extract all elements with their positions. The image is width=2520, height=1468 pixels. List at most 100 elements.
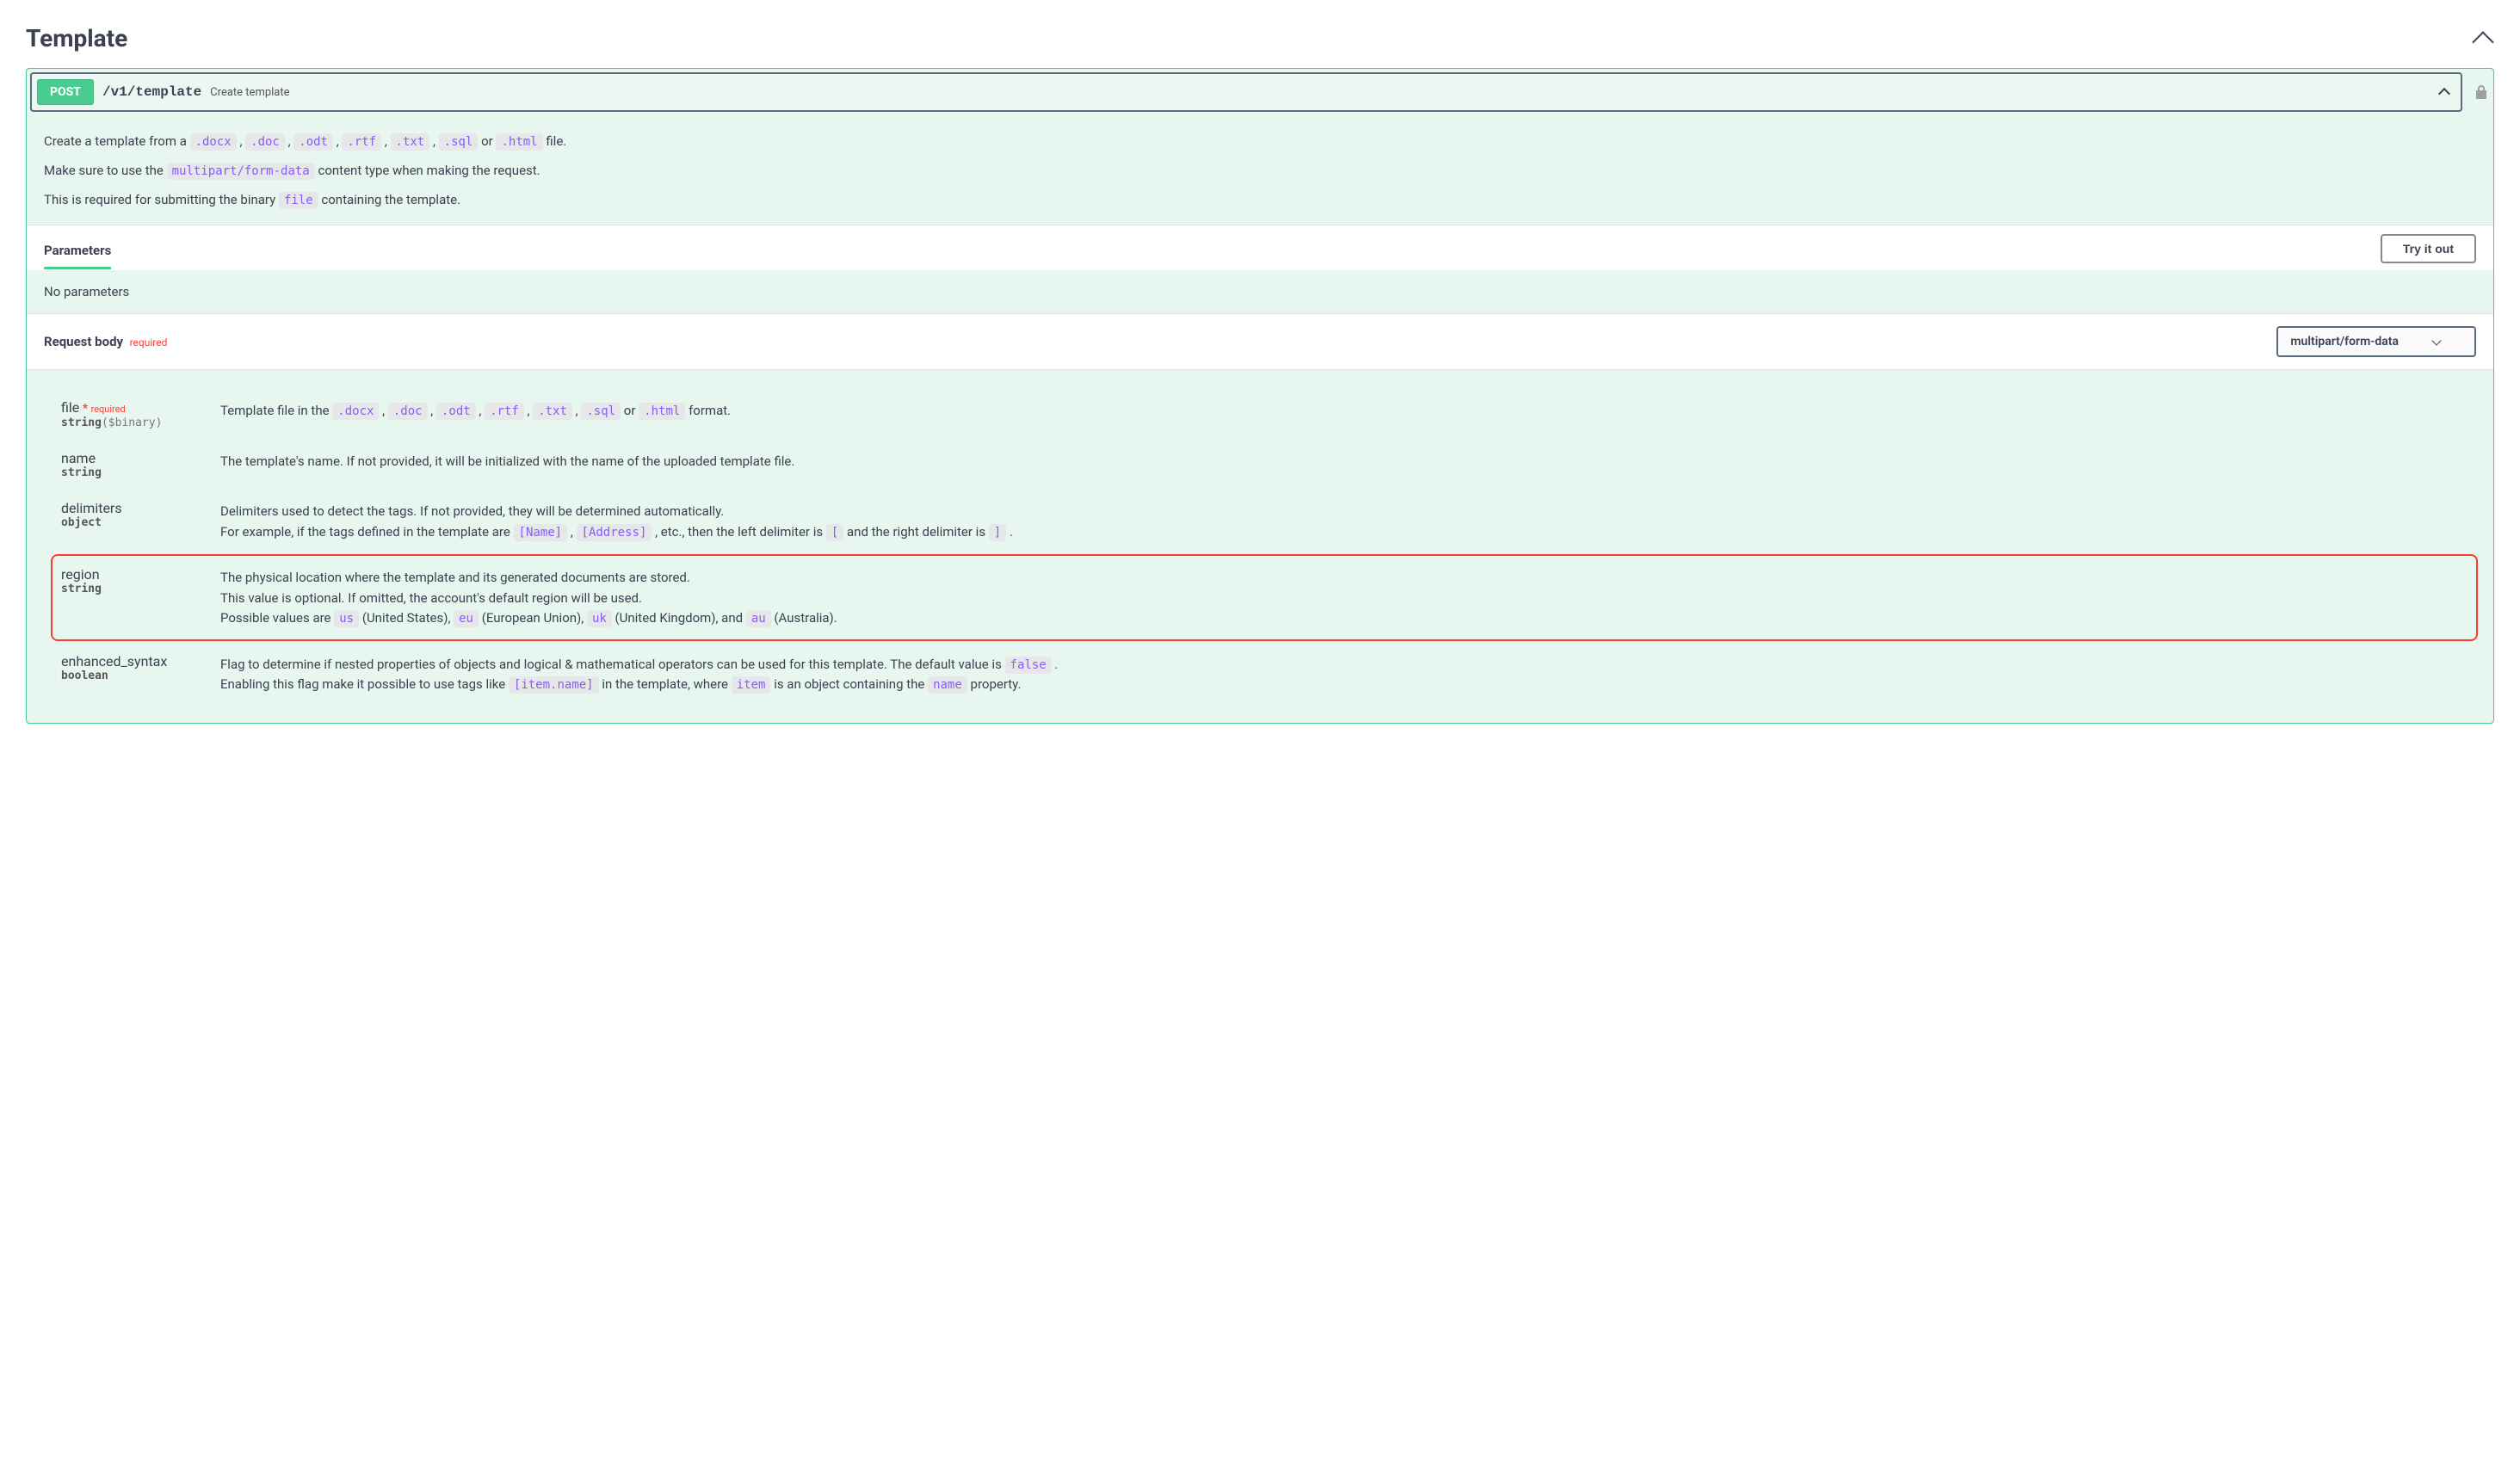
ext-token: .odt <box>293 133 333 151</box>
delim-token: ] <box>989 524 1006 541</box>
desc-text: file. <box>546 133 566 149</box>
field-type: string <box>61 583 203 595</box>
content-type-select[interactable]: multipart/form-data <box>2276 326 2476 357</box>
desc-text: Possible values are <box>220 610 334 626</box>
file-token: file <box>279 192 318 209</box>
field-name: region <box>61 566 203 583</box>
ext-token: .html <box>639 403 685 420</box>
request-body-label: Request body <box>44 334 123 349</box>
region-token: us <box>334 610 359 627</box>
field-description: The template's name. If not provided, it… <box>220 450 2468 472</box>
region-token: au <box>746 610 771 627</box>
opblock-summary[interactable]: POST /v1/template Create template <box>30 72 2462 112</box>
region-token: eu <box>454 610 479 627</box>
content-type-value: multipart/form-data <box>2290 335 2399 348</box>
parameters-bar: Parameters Try it out <box>27 225 2493 270</box>
opblock-post-template: POST /v1/template Create template Create… <box>26 68 2494 724</box>
no-parameters-text: No parameters <box>27 270 2493 313</box>
desc-text: Template file in the <box>220 403 332 418</box>
desc-text: Make sure to use the <box>44 163 167 178</box>
desc-text: , etc., then the left delimiter is <box>655 524 826 540</box>
field-description: Flag to determine if nested properties o… <box>220 653 2468 695</box>
field-type: string <box>61 416 102 429</box>
desc-text: . <box>1010 524 1013 540</box>
desc-text: (Australia). <box>771 610 837 626</box>
tag-token: [Name] <box>514 524 568 541</box>
section-header: Template <box>26 17 2494 68</box>
desc-text: Create a template from a <box>44 133 190 149</box>
desc-text: or <box>481 133 493 149</box>
chevron-down-icon <box>2431 336 2441 346</box>
field-type: string <box>61 466 203 479</box>
ext-token: .doc <box>245 133 285 151</box>
description-block: Create a template from a .docx , .doc , … <box>27 115 2493 225</box>
field-type: object <box>61 516 203 529</box>
lock-icon[interactable] <box>2473 72 2490 112</box>
desc-text: Delimiters used to detect the tags. If n… <box>220 502 2468 521</box>
field-region: region string The physical location wher… <box>51 554 2478 640</box>
field-type: boolean <box>61 669 203 682</box>
region-token: uk <box>587 610 612 627</box>
desc-text: (European Union), <box>479 610 587 626</box>
collapse-opblock-icon[interactable] <box>2440 86 2452 98</box>
field-name-param: name string The template's name. If not … <box>52 440 2476 490</box>
desc-text: is an object containing the <box>774 676 928 692</box>
ext-token: .html <box>496 133 542 151</box>
desc-text: content type when making the request. <box>318 163 540 178</box>
desc-text: (United Kingdom), and <box>612 610 746 626</box>
try-it-out-button[interactable]: Try it out <box>2381 234 2476 263</box>
field-name: file <box>61 399 79 416</box>
field-enhanced-syntax: enhanced_syntax boolean Flag to determin… <box>52 643 2476 706</box>
desc-text: Enabling this flag make it possible to u… <box>220 676 509 692</box>
desc-text: in the template, where <box>602 676 731 692</box>
ext-token: .sql <box>581 403 621 420</box>
item-token: item <box>732 676 771 694</box>
name-token: name <box>928 676 967 694</box>
ext-token: .sql <box>439 133 479 151</box>
ext-token: .rtf <box>342 133 381 151</box>
field-name: name <box>61 450 203 466</box>
false-token: false <box>1005 657 1052 674</box>
desc-text: property. <box>971 676 1022 692</box>
desc-text: Flag to determine if nested properties o… <box>220 657 1005 672</box>
endpoint-path: /v1/template <box>102 84 201 100</box>
request-body-bar: Request body required multipart/form-dat… <box>27 313 2493 370</box>
field-description: Template file in the .docx , .doc , .odt… <box>220 399 2468 422</box>
collapse-section-icon[interactable] <box>2475 28 2494 50</box>
item-name-token: [item.name] <box>509 676 599 694</box>
desc-text: (United States), <box>359 610 454 626</box>
desc-text: format. <box>689 403 731 418</box>
required-star: * <box>83 402 88 416</box>
required-tag: required <box>130 336 168 348</box>
field-delimiters: delimiters object Delimiters used to det… <box>52 490 2476 552</box>
fields-area: file * required string($binary) Template… <box>27 370 2493 706</box>
ext-token: .doc <box>388 403 428 420</box>
desc-text: For example, if the tags defined in the … <box>220 524 514 540</box>
field-description: The physical location where the template… <box>220 566 2468 628</box>
parameters-tab[interactable]: Parameters <box>44 236 111 269</box>
required-label: required <box>91 404 126 415</box>
field-name: enhanced_syntax <box>61 653 203 669</box>
section-title: Template <box>26 24 127 52</box>
ext-token: .odt <box>436 403 476 420</box>
delim-token: [ <box>826 524 843 541</box>
ext-token: .txt <box>533 403 572 420</box>
field-format: ($binary) <box>102 416 162 429</box>
opblock-body: Create a template from a .docx , .doc , … <box>27 115 2493 723</box>
ext-token: .docx <box>190 133 237 151</box>
desc-text: This value is optional. If omitted, the … <box>220 589 2468 608</box>
desc-text: The physical location where the template… <box>220 568 2468 588</box>
desc-text: . <box>1054 657 1058 672</box>
desc-text: containing the template. <box>321 192 460 207</box>
field-description: Delimiters used to detect the tags. If n… <box>220 500 2468 542</box>
field-file: file * required string($binary) Template… <box>52 389 2476 440</box>
multipart-token: multipart/form-data <box>167 163 315 180</box>
desc-text: or <box>624 403 636 418</box>
endpoint-summary: Create template <box>210 86 289 99</box>
ext-token: .txt <box>391 133 430 151</box>
tag-token: [Address] <box>577 524 652 541</box>
desc-text: and the right delimiter is <box>847 524 989 540</box>
desc-text: This is required for submitting the bina… <box>44 192 279 207</box>
ext-token: .rtf <box>485 403 524 420</box>
http-method-badge: POST <box>37 79 94 105</box>
